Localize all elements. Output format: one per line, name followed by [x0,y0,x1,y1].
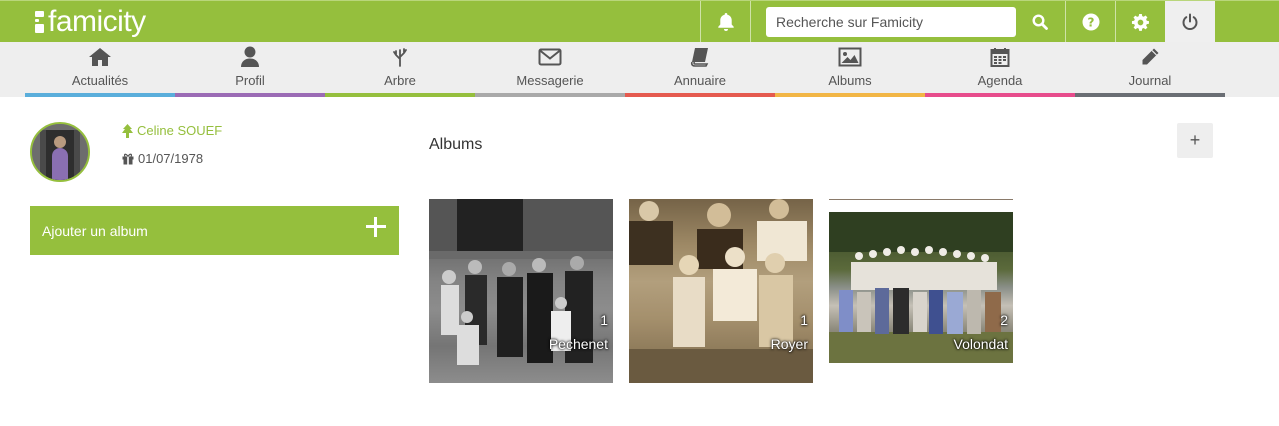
album-photo-count: 2 [1000,312,1008,328]
image-icon [838,47,862,67]
album-thumbnail [629,199,813,383]
logo-mark-icon [34,11,46,33]
envelope-icon [538,48,562,66]
nav-item-arbre[interactable]: Arbre [325,42,475,97]
nav-item-label: Annuaire [673,73,727,88]
book-icon [690,48,709,67]
divider [750,1,751,43]
logo-text: famicity [48,5,146,38]
album-photo-count: 1 [600,312,608,328]
nav-color-bar [475,93,625,97]
search-button[interactable] [1016,1,1064,43]
bell-icon [717,13,734,31]
profile-name[interactable]: Celine SOUEF [122,123,222,138]
search-input[interactable] [766,7,1016,37]
add-album-button[interactable]: Ajouter un album [30,206,399,255]
gift-icon [122,153,134,164]
famicity-logo[interactable]: famicity [34,5,146,39]
help-button[interactable]: ? [1066,1,1115,43]
album-card-volondat[interactable]: 2 Volondat [829,199,1013,383]
avatar-photo [32,124,88,180]
album-card-royer[interactable]: 1 Royer [629,199,813,383]
user-icon [241,46,259,67]
nav-item-profil[interactable]: Profil [175,42,325,97]
nav-item-label: Journal [1128,73,1172,88]
calendar-icon [990,48,1010,67]
search-icon [1032,14,1048,30]
nav-color-bar [325,93,475,97]
tree-icon [393,48,407,67]
nav-item-actualites[interactable]: Actualités [25,42,175,97]
gear-icon [1131,13,1149,31]
nav-item-messagerie[interactable]: Messagerie [475,42,625,97]
profile-birthdate: 01/07/1978 [122,151,203,166]
nav-item-label: Messagerie [516,73,584,88]
nav-item-journal[interactable]: Journal [1075,42,1225,97]
nav-item-annuaire[interactable]: Annuaire [625,42,775,97]
nav-color-bar [775,93,925,97]
add-button[interactable]: + [1177,123,1213,158]
divider [829,199,1013,200]
settings-button[interactable] [1116,1,1165,43]
nav-item-albums[interactable]: Albums [775,42,925,97]
album-photo-count: 1 [800,312,808,328]
avatar[interactable] [30,122,90,182]
power-icon [1182,13,1198,31]
pencil-icon [1142,48,1159,65]
plus-icon [366,217,386,237]
add-album-label: Ajouter un album [42,222,148,239]
home-icon [89,48,111,66]
album-name: Volondat [953,336,1009,352]
main-nav: Actualités Profil Arbre Messagerie Annua… [0,42,1279,97]
notifications-button[interactable] [701,1,750,43]
page-title: Albums [429,136,483,153]
album-thumbnail [429,199,613,383]
nav-color-bar [625,93,775,97]
album-card-pechenet[interactable]: 1 Pechenet [429,199,613,383]
nav-item-label: Arbre [384,73,416,88]
nav-item-agenda[interactable]: Agenda [925,42,1075,97]
nav-color-bar [925,93,1075,97]
svg-text:?: ? [1087,16,1094,30]
nav-item-label: Albums [828,73,872,88]
logout-button[interactable] [1165,1,1215,43]
nav-item-label: Agenda [977,73,1023,88]
top-bar: famicity ? [0,0,1279,43]
album-name: Pechenet [548,336,608,352]
nav-color-bar [1075,93,1225,97]
nav-item-label: Profil [235,73,265,88]
profile-birthdate-text: 01/07/1978 [138,151,204,166]
help-icon: ? [1082,13,1099,31]
nav-item-label: Actualités [71,73,129,88]
profile-name-text: Celine SOUEF [137,123,223,138]
album-name: Royer [770,336,808,352]
tree-icon [122,123,133,138]
nav-color-bar [25,93,175,97]
nav-color-bar [175,93,325,97]
